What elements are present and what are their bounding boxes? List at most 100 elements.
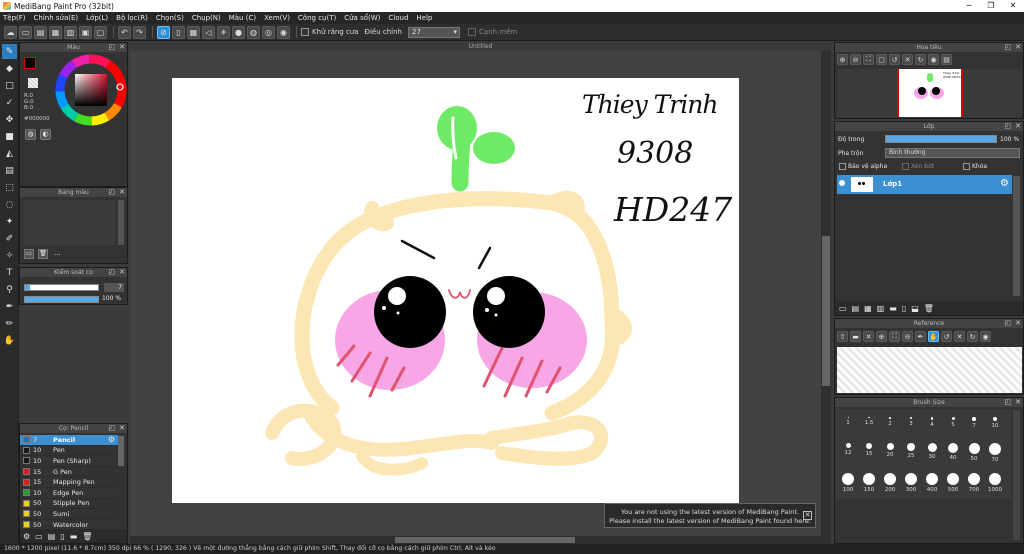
layer-item[interactable]: Lớp1 ⚙	[837, 175, 1012, 194]
brush-size-option[interactable]: 1.5	[859, 409, 879, 438]
clipping-checkbox[interactable]	[902, 163, 909, 170]
brush-list-scrollbar[interactable]	[118, 436, 124, 466]
merge-layer-icon[interactable]: ⬓	[911, 304, 919, 313]
float-icon[interactable]: ◰	[1004, 43, 1011, 52]
menu-color[interactable]: Màu (C)	[229, 14, 256, 22]
check-tool-icon[interactable]: ✓	[2, 95, 17, 110]
reference-rotate-left-icon[interactable]: ↺	[941, 331, 952, 342]
close-panel-icon[interactable]: ✕	[1015, 43, 1021, 52]
undo-icon[interactable]: ↶	[118, 25, 131, 39]
maximize-button[interactable]: ❐	[980, 0, 1002, 12]
brush-list-item[interactable]: 10 Pen	[20, 446, 118, 457]
secondary-color-swatch[interactable]	[28, 78, 38, 88]
reset-icon[interactable]: ◉	[928, 54, 939, 65]
palette-scrollbar[interactable]	[118, 200, 124, 245]
brush-copy-icon[interactable]: ▯	[60, 532, 64, 541]
reference-open-icon[interactable]: ▬	[850, 331, 861, 342]
palette-pick-icon[interactable]: ◐	[40, 129, 51, 140]
float-icon[interactable]: ◰	[1004, 319, 1011, 328]
select-pen-tool-icon[interactable]: ✐	[2, 231, 17, 246]
close-panel-icon[interactable]: ✕	[119, 268, 125, 277]
brush-list-item[interactable]: 7 Pencil ⚙	[20, 435, 118, 446]
snap-cross-icon[interactable]: ▦	[187, 25, 200, 39]
close-button[interactable]: ✕	[1002, 0, 1024, 12]
float-icon[interactable]: ◰	[108, 424, 115, 433]
reference-close-icon[interactable]: ✕	[863, 331, 874, 342]
new-layer-icon[interactable]: ▭	[839, 304, 847, 313]
layer-scrollbar[interactable]	[1013, 176, 1020, 296]
new-8bit-layer-icon[interactable]: ▦	[864, 304, 872, 313]
eyedropper-tool-icon[interactable]: ✒	[2, 299, 17, 314]
brush-list-item[interactable]: 10 Pen (Sharp)	[20, 456, 118, 467]
move-tool-icon[interactable]: ✥	[2, 112, 17, 127]
menu-tools[interactable]: Công cụ(T)	[298, 14, 336, 22]
float-icon[interactable]: ◰	[1004, 122, 1011, 131]
close-panel-icon[interactable]: ✕	[119, 43, 125, 52]
brush-size-option[interactable]: 1	[838, 409, 858, 438]
brush-gear-icon[interactable]: ⚙	[23, 532, 30, 541]
brush-size-option[interactable]: 10	[985, 409, 1005, 438]
close-panel-icon[interactable]: ✕	[1015, 398, 1021, 407]
brush-size-option[interactable]: 40	[943, 439, 963, 468]
reference-zoom-in-icon[interactable]: ⊕	[876, 331, 887, 342]
brush-size-option[interactable]: 200	[880, 469, 900, 498]
brush-size-option[interactable]: 4	[922, 409, 942, 438]
menu-select[interactable]: Chọn(S)	[156, 14, 184, 22]
zoom-out-icon[interactable]: ⊖	[850, 54, 861, 65]
float-icon[interactable]: ◰	[108, 188, 115, 197]
palette-more[interactable]: ...	[54, 249, 61, 257]
new-file-icon[interactable]: ▭	[19, 25, 32, 39]
snap-off-icon[interactable]: ⊘	[157, 25, 170, 39]
layer-settings-icon[interactable]: ⚙	[1000, 178, 1009, 189]
snap-extra-icon[interactable]: ◉	[277, 25, 290, 39]
float-icon[interactable]: ◰	[108, 268, 115, 277]
blend-mode-select[interactable]: Bình thường	[885, 148, 1020, 158]
brush-new-icon[interactable]: ▭	[35, 532, 43, 541]
snap-radial-icon[interactable]: ✳	[217, 25, 230, 39]
notification-close-icon[interactable]: ✕	[803, 511, 812, 520]
canvas-vertical-scrollbar[interactable]	[821, 51, 831, 536]
bucket-tool-icon[interactable]: ◭	[2, 146, 17, 161]
save-icon[interactable]: ▦	[49, 25, 62, 39]
menu-filter[interactable]: Bộ lọc(R)	[116, 14, 148, 22]
eraser-tool-icon[interactable]: ◆	[2, 61, 17, 76]
new-halftone-layer-icon[interactable]: ▤	[852, 304, 860, 313]
brush-size-scrollbar[interactable]	[1013, 410, 1020, 540]
snap-parallel-icon[interactable]: ▯	[172, 25, 185, 39]
palette-delete-icon[interactable]: 🗑	[38, 249, 48, 259]
hand-tool-icon[interactable]: ✋	[2, 333, 17, 348]
brush-list-item[interactable]: 15 G Pen	[20, 467, 118, 478]
select-eraser-tool-icon[interactable]: ✧	[2, 248, 17, 263]
cloud-icon[interactable]: ☁	[4, 25, 17, 39]
layer-opacity-slider[interactable]	[885, 135, 997, 143]
reference-rotate-right-icon[interactable]: ↻	[967, 331, 978, 342]
new-1bit-layer-icon[interactable]: ▥	[877, 304, 885, 313]
brush-size-option[interactable]: 20	[880, 439, 900, 468]
select-rect-tool-icon[interactable]: ⬚	[2, 180, 17, 195]
brush-size-option[interactable]: 150	[859, 469, 879, 498]
menu-view[interactable]: Xem(V)	[264, 14, 290, 22]
duplicate-layer-icon[interactable]: ▯	[902, 304, 906, 313]
brush-list-item[interactable]: 50 Stipple Pen	[20, 499, 118, 510]
reference-fit-icon[interactable]: ⛶	[889, 331, 900, 342]
reference-upload-icon[interactable]: ⇧	[837, 331, 848, 342]
brush-list-item[interactable]: 10 Edge Pen	[20, 488, 118, 499]
brush-size-value[interactable]: 7	[104, 283, 124, 292]
reference-zoom-out-icon[interactable]: ⊖	[902, 331, 913, 342]
text-tool-icon[interactable]: T	[2, 265, 17, 280]
menu-cloud[interactable]: Cloud	[388, 14, 408, 22]
canvas-tab[interactable]: Untitled	[130, 42, 831, 51]
brush-list-item[interactable]: 15 Mapping Pen	[20, 477, 118, 488]
brush-settings-icon[interactable]: ⚙	[108, 435, 115, 444]
canvas-horizontal-scrollbar[interactable]	[130, 536, 831, 544]
open-icon[interactable]: ▤	[34, 25, 47, 39]
close-panel-icon[interactable]: ✕	[119, 424, 125, 433]
palette-add-icon[interactable]: ▭	[24, 249, 34, 259]
antialias-checkbox[interactable]	[301, 28, 309, 36]
brush-size-option[interactable]: 30	[922, 439, 942, 468]
zoom-in-icon[interactable]: ⊕	[837, 54, 848, 65]
float-icon[interactable]: ◰	[108, 43, 115, 52]
new-folder-icon[interactable]: ▬	[889, 304, 897, 313]
close-panel-icon[interactable]: ✕	[119, 188, 125, 197]
brush-size-option[interactable]: 7	[964, 409, 984, 438]
